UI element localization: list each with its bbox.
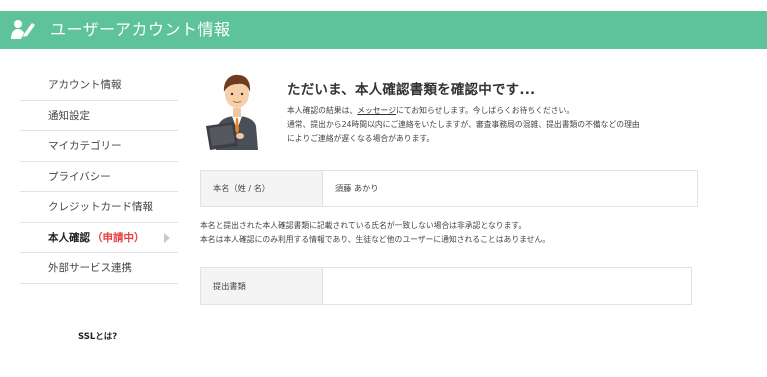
real-name-row: 本名（姓 / 名） 須藤 あかり [200,170,698,207]
status-description: 本人確認の結果は、メッセージにてお知らせします。今しばらくお待ちください。 通常… [287,104,707,146]
notice-line: 本名は本人確認にのみ利用する情報であり、生徒など他のユーザーに通知されることはあ… [200,235,551,244]
sidebar-item-label: プライバシー [48,170,111,183]
sidebar-item-label: 外部サービス連携 [48,262,132,274]
sidebar-item-external-services[interactable]: 外部サービス連携 [20,253,178,284]
submitted-documents-value [323,268,335,304]
description-line: 本人確認の結果は、メッセージにてお知らせします。今しばらくお待ちください。 [287,106,575,115]
status-heading: ただいま、本人確認書類を確認中です... [287,82,536,98]
sidebar-item-label: クレジットカード情報 [48,201,153,213]
submitted-documents-row: 提出書類 [200,267,692,305]
sidebar-item-credit-card[interactable]: クレジットカード情報 [20,192,178,223]
real-name-label: 本名（姓 / 名） [201,171,323,206]
page-title: ユーザーアカウント情報 [50,20,231,39]
sidebar-item-notification-settings[interactable]: 通知設定 [20,101,178,131]
description-line: 通常、提出から24時間以内にご連絡をいたしますが、審査事務局の混雑、提出書類の不… [287,120,640,129]
sidebar-item-identity-verification[interactable]: 本人確認 （申請中） [20,223,178,253]
description-line: によりご連絡が遅くなる場合があります。 [287,134,435,143]
user-edit-icon [11,20,35,39]
support-staff-illustration [206,74,258,150]
ssl-info-link[interactable]: SSLとは? [78,330,117,342]
sidebar-item-label: 通知設定 [48,109,90,122]
status-badge: （申請中） [92,231,145,244]
sidebar-item-label: アカウント情報 [48,79,122,91]
sidebar-item-account-info[interactable]: アカウント情報 [20,70,178,101]
notice-line: 本名と提出された本人確認書類に記載されている氏名が一致しない場合は非承認となりま… [200,221,527,230]
sidebar-item-label: 本人確認 [48,231,90,244]
chevron-right-icon [164,232,170,243]
real-name-value: 須藤 あかり [335,183,379,193]
name-notice: 本名と提出された本人確認書類に記載されている氏名が一致しない場合は非承認となりま… [200,219,720,247]
page-header: ユーザーアカウント情報 [0,11,767,49]
sidebar-item-my-category[interactable]: マイカテゴリー [20,131,178,162]
submitted-documents-label: 提出書類 [201,268,323,304]
sidebar-item-label: マイカテゴリー [48,140,122,152]
sidebar-nav: アカウント情報 通知設定 マイカテゴリー プライバシー クレジットカード情報 本… [20,70,178,284]
sidebar-item-privacy[interactable]: プライバシー [20,162,178,192]
message-link[interactable]: メッセージ [357,106,396,115]
